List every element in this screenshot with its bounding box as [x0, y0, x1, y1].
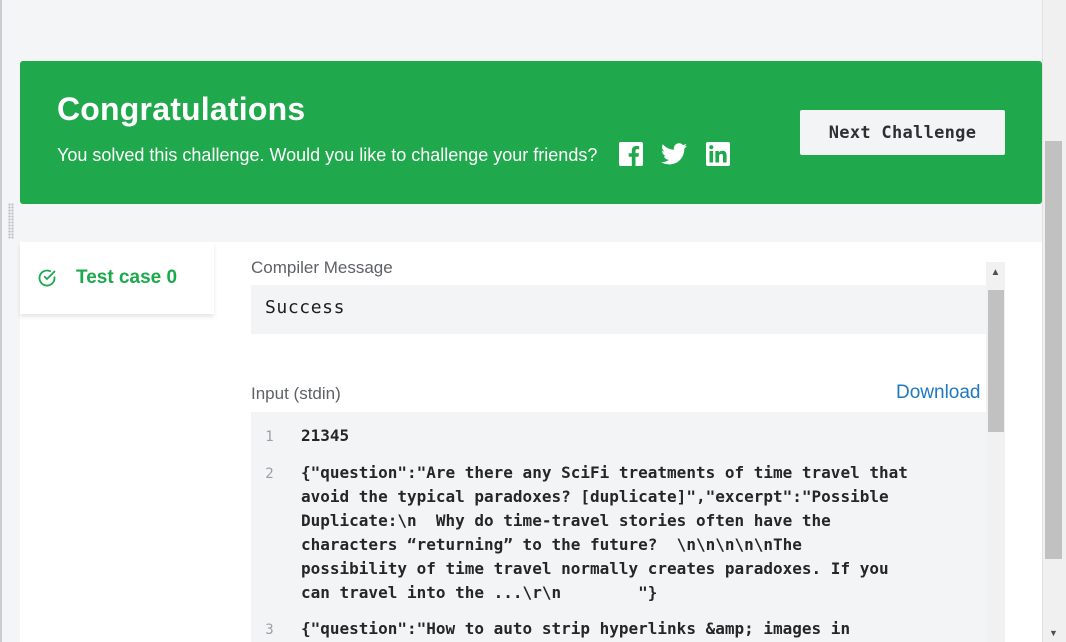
code-line: 3 {"question":"How to auto strip hyperli… [251, 617, 987, 641]
drag-handle-icon[interactable] [8, 203, 14, 239]
facebook-icon[interactable] [618, 141, 644, 167]
window-edge [0, 0, 2, 642]
twitter-icon[interactable] [661, 141, 687, 167]
input-code-viewer: 1 21345 2 {"question":"Are there any Sci… [251, 412, 987, 642]
linkedin-icon[interactable] [705, 141, 731, 167]
page-scroll-thumb[interactable] [1045, 141, 1062, 559]
input-stdin-label: Input (stdin) [251, 384, 341, 403]
line-number: 1 [265, 429, 274, 445]
banner-message: You solved this challenge. Would you lik… [57, 145, 598, 165]
congratulations-banner: Congratulations You solved this challeng… [20, 61, 1042, 204]
tab-test-case-0[interactable]: Test case 0 [20, 242, 214, 314]
code-line: 2 {"question":"Are there any SciFi treat… [251, 461, 987, 605]
line-text: {"question":"Are there any SciFi treatme… [301, 463, 908, 602]
banner-title: Congratulations [57, 91, 306, 127]
next-challenge-button[interactable]: Next Challenge [800, 110, 1005, 155]
panel-scroll-thumb[interactable] [988, 290, 1004, 432]
results-panel: Test case 0 Compiler Message Success Inp… [20, 242, 1042, 642]
check-circle-icon [38, 269, 56, 287]
line-number: 2 [265, 466, 274, 482]
line-text: 21345 [301, 426, 350, 445]
scroll-up-icon[interactable]: ▲ [986, 262, 1005, 284]
line-text: {"question":"How to auto strip hyperlink… [301, 619, 851, 638]
compiler-message-label: Compiler Message [251, 258, 393, 277]
test-case-label: Test case 0 [76, 267, 178, 288]
compiler-message-output: Success [251, 285, 987, 334]
line-number: 3 [265, 622, 274, 638]
download-link[interactable]: Download [896, 382, 981, 404]
code-line: 1 21345 [251, 424, 987, 448]
scroll-down-icon[interactable]: ▼ [1045, 625, 1062, 642]
